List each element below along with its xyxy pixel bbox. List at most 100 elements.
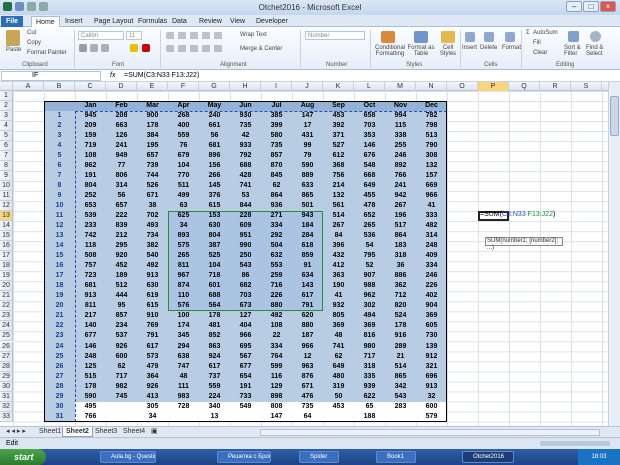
- data-cell[interactable]: 703: [230, 291, 261, 301]
- row-header-32[interactable]: 32: [0, 401, 13, 412]
- delete-icon[interactable]: [484, 32, 494, 42]
- data-cell[interactable]: 912: [416, 352, 447, 362]
- delete-cells-button[interactable]: Delete: [480, 45, 497, 51]
- data-cell[interactable]: 153: [199, 211, 230, 221]
- data-cell[interactable]: 988: [354, 281, 385, 291]
- data-cell[interactable]: 267: [323, 221, 354, 231]
- column-header-j[interactable]: J: [292, 82, 323, 91]
- data-cell[interactable]: 649: [354, 181, 385, 191]
- row-index-cell[interactable]: 10: [44, 201, 75, 211]
- data-cell[interactable]: 412: [323, 261, 354, 271]
- data-cell[interactable]: 590: [292, 161, 323, 171]
- data-cell[interactable]: 559: [168, 131, 199, 141]
- row-header-15[interactable]: 15: [0, 231, 13, 242]
- data-cell[interactable]: 933: [230, 141, 261, 151]
- data-cell[interactable]: 924: [199, 352, 230, 362]
- data-cell[interactable]: 99: [292, 141, 323, 151]
- indent-icons[interactable]: [166, 45, 226, 52]
- data-cell[interactable]: 870: [261, 161, 292, 171]
- autosum-button[interactable]: AutoSum: [533, 30, 558, 36]
- data-cell[interactable]: 318: [354, 362, 385, 372]
- data-cell[interactable]: 567: [230, 352, 261, 362]
- data-cell[interactable]: 513: [416, 131, 447, 141]
- data-cell[interactable]: 333: [416, 211, 447, 221]
- row-index-cell[interactable]: 30: [44, 402, 75, 412]
- data-cell[interactable]: 340: [199, 402, 230, 412]
- data-cell[interactable]: 766: [385, 171, 416, 181]
- data-cell[interactable]: 657: [106, 201, 137, 211]
- row-header-4[interactable]: 4: [0, 121, 13, 132]
- data-cell[interactable]: 362: [385, 281, 416, 291]
- row-header-26[interactable]: 26: [0, 341, 13, 352]
- format-table-icon[interactable]: [414, 31, 428, 43]
- row-index-cell[interactable]: 31: [44, 412, 75, 422]
- data-cell[interactable]: 369: [323, 321, 354, 331]
- data-cell[interactable]: 943: [292, 211, 323, 221]
- format-as-table-button[interactable]: Format as Table: [407, 45, 435, 57]
- data-cell[interactable]: 717: [354, 352, 385, 362]
- data-cell[interactable]: 962: [354, 291, 385, 301]
- data-cell[interactable]: 224: [199, 392, 230, 402]
- data-cell[interactable]: 893: [168, 231, 199, 241]
- data-cell[interactable]: 876: [292, 372, 323, 382]
- data-cell[interactable]: 573: [137, 352, 168, 362]
- data-cell[interactable]: 805: [323, 311, 354, 321]
- data-cell[interactable]: 481: [199, 321, 230, 331]
- row-header-9[interactable]: 9: [0, 171, 13, 182]
- data-cell[interactable]: 668: [354, 171, 385, 181]
- data-cell[interactable]: [106, 402, 137, 412]
- formula-input[interactable]: =SUM(C3:N33 F13:J22): [124, 72, 199, 79]
- tab-formulas[interactable]: Formulas: [134, 16, 171, 27]
- data-cell[interactable]: 246: [416, 271, 447, 281]
- row-index-cell[interactable]: 20: [44, 301, 75, 311]
- merge-center-button[interactable]: Merge & Center: [240, 46, 282, 52]
- data-cell[interactable]: 514: [385, 362, 416, 372]
- data-cell[interactable]: 228: [230, 211, 261, 221]
- row-index-cell[interactable]: 22: [44, 321, 75, 331]
- data-cell[interactable]: 658: [354, 111, 385, 121]
- font-color-icon[interactable]: [142, 44, 150, 52]
- data-cell[interactable]: 226: [416, 281, 447, 291]
- cell-styles-button[interactable]: Cell Styles: [437, 45, 459, 57]
- data-cell[interactable]: 770: [168, 171, 199, 181]
- month-header[interactable]: Sep: [323, 101, 354, 111]
- data-cell[interactable]: 376: [199, 191, 230, 201]
- data-cell[interactable]: 874: [168, 281, 199, 291]
- data-cell[interactable]: 745: [106, 392, 137, 402]
- data-cell[interactable]: 811: [168, 261, 199, 271]
- data-cell[interactable]: 294: [168, 342, 199, 352]
- data-cell[interactable]: 549: [230, 402, 261, 412]
- row-index-cell[interactable]: 28: [44, 382, 75, 392]
- data-cell[interactable]: 295: [106, 241, 137, 251]
- data-cell[interactable]: 145: [199, 181, 230, 191]
- data-cell[interactable]: 50: [323, 392, 354, 402]
- data-cell[interactable]: 111: [168, 382, 199, 392]
- data-cell[interactable]: 682: [230, 281, 261, 291]
- data-cell[interactable]: 913: [137, 271, 168, 281]
- data-cell[interactable]: 717: [106, 372, 137, 382]
- data-cell[interactable]: 48: [323, 331, 354, 341]
- row-index-cell[interactable]: 24: [44, 342, 75, 352]
- data-cell[interactable]: 913: [75, 291, 106, 301]
- month-header[interactable]: Jul: [261, 101, 292, 111]
- data-cell[interactable]: 62: [323, 352, 354, 362]
- data-cell[interactable]: 65: [354, 402, 385, 412]
- data-cell[interactable]: 539: [75, 211, 106, 221]
- tab-page-layout[interactable]: Page Layout: [90, 16, 137, 27]
- data-cell[interactable]: 609: [230, 221, 261, 231]
- data-cell[interactable]: 174: [168, 321, 199, 331]
- start-button[interactable]: start: [0, 449, 46, 465]
- column-header-i[interactable]: I: [261, 82, 292, 91]
- month-header[interactable]: May: [199, 101, 230, 111]
- data-cell[interactable]: 716: [261, 281, 292, 291]
- data-cell[interactable]: 524: [385, 311, 416, 321]
- data-cell[interactable]: 657: [137, 151, 168, 161]
- data-cell[interactable]: [230, 412, 261, 422]
- data-cell[interactable]: 493: [137, 221, 168, 231]
- data-cell[interactable]: 792: [230, 151, 261, 161]
- data-cell[interactable]: 195: [137, 141, 168, 151]
- data-cell[interactable]: 241: [385, 181, 416, 191]
- sort-filter-icon[interactable]: [568, 31, 579, 42]
- data-cell[interactable]: 945: [75, 111, 106, 121]
- data-cell[interactable]: 677: [75, 331, 106, 341]
